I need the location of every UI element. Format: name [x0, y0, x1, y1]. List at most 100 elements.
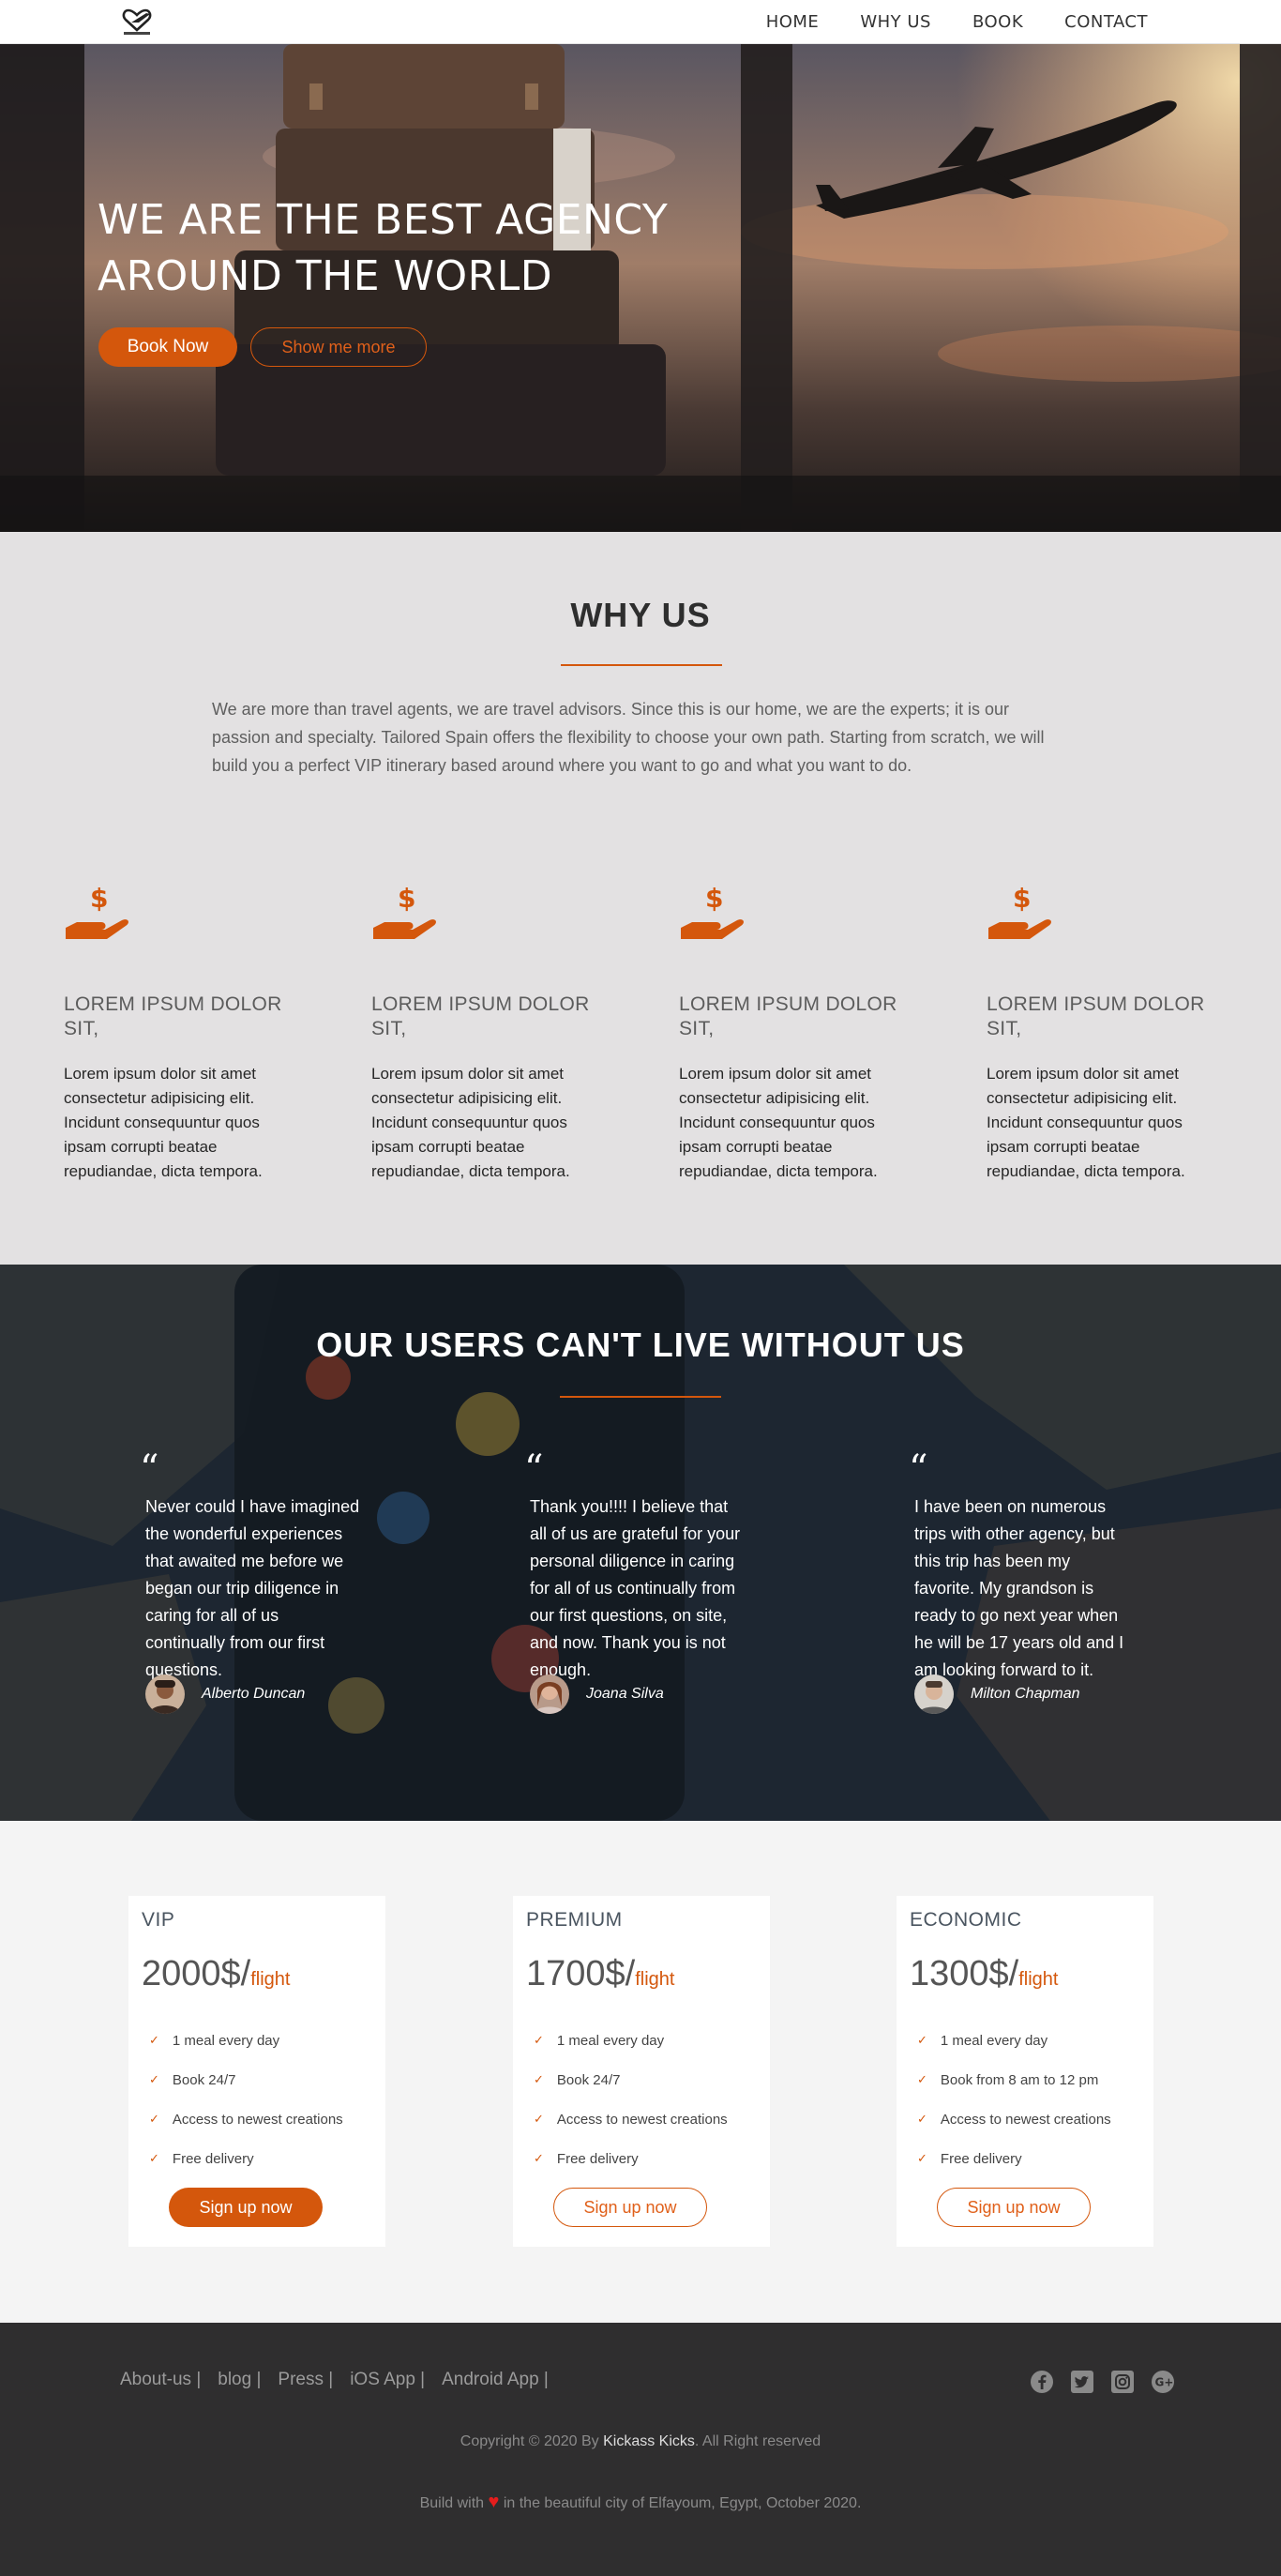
heart-plane-logo[interactable] — [118, 6, 156, 38]
price-unit: flight — [635, 1969, 675, 1990]
list-item: ✓ 1 meal every day — [534, 2033, 728, 2072]
testimonial-text: Thank you!!!! I believe that all of us a… — [530, 1497, 741, 1679]
feature-label: Free delivery — [172, 2151, 254, 2167]
testimonials-section: OUR USERS CAN'T LIVE WITHOUT US “ Never … — [0, 1265, 1281, 1821]
check-icon: ✓ — [149, 2151, 159, 2165]
built-with-text: Build with ♥ in the beautiful city of El… — [0, 2492, 1281, 2513]
pricing-card-vip: VIP 2000$/flight ✓ 1 meal every day ✓ Book… — [128, 1896, 385, 2247]
footer: About-us | blog | Press | iOS App | Andr… — [0, 2323, 1281, 2576]
why-us-title: WHY US — [570, 596, 711, 634]
feature-title: LOREM IPSUM DOLOR SIT, — [987, 993, 1205, 1039]
check-icon: ✓ — [917, 2072, 927, 2086]
hand-dollar-icon: $ — [988, 883, 1051, 939]
premium-sign-up-button[interactable]: Sign up now — [553, 2188, 707, 2227]
check-icon: ✓ — [534, 2151, 544, 2165]
pricing-card-economic: ECONOMIC 1300$/flight ✓ 1 meal every day … — [897, 1896, 1153, 2247]
economic-sign-up-button[interactable]: Sign up now — [937, 2188, 1091, 2227]
feature-text: Lorem ipsum dolor sit amet consectetur a… — [987, 1065, 1185, 1180]
feature-card: $ LOREM IPSUM DOLOR SIT, Lorem ipsum dol… — [64, 883, 298, 1184]
feature-card: $ LOREM IPSUM DOLOR SIT, Lorem ipsum dol… — [987, 883, 1221, 1184]
testimonial-text: Never could I have imagined the wonderfu… — [145, 1497, 360, 1679]
author-name: Alberto Duncan — [202, 1686, 306, 1702]
check-icon: ✓ — [149, 2072, 159, 2086]
nav-home[interactable]: HOME — [766, 12, 820, 32]
nav-why-us[interactable]: WHY US — [860, 12, 931, 32]
hero-title-line1: WE ARE THE BEST AGENCY — [98, 196, 669, 244]
footer-link-press[interactable]: Press | — [278, 2370, 333, 2390]
svg-text:$: $ — [705, 883, 723, 914]
testimonials-title: OUR USERS CAN'T LIVE WITHOUT US — [316, 1326, 965, 1364]
quote-mark-icon: “ — [140, 1447, 159, 1491]
feature-label: Book from 8 am to 12 pm — [940, 2072, 1099, 2088]
avatar — [914, 1674, 954, 1714]
hand-dollar-icon: $ — [66, 883, 128, 939]
footer-link-ios-app[interactable]: iOS App | — [350, 2370, 425, 2390]
top-navbar: HOME WHY US BOOK CONTACT — [0, 0, 1281, 44]
why-us-description: We are more than travel agents, we are t… — [212, 700, 1045, 775]
list-item: ✓ 1 meal every day — [149, 2033, 343, 2072]
check-icon: ✓ — [534, 2112, 544, 2126]
avatar — [530, 1674, 569, 1714]
footer-link-android-app[interactable]: Android App | — [442, 2370, 549, 2390]
footer-link-blog[interactable]: blog | — [218, 2370, 261, 2390]
price-value: 1300$/ — [910, 1954, 1019, 1993]
check-icon: ✓ — [534, 2072, 544, 2086]
plan-features: ✓ 1 meal every day ✓ Book 24/7 ✓ Access to … — [149, 2033, 343, 2190]
nav-contact[interactable]: CONTACT — [1064, 12, 1148, 32]
feature-text: Lorem ipsum dolor sit amet consectetur a… — [64, 1065, 263, 1180]
price-unit: flight — [1018, 1969, 1059, 1990]
author-name: Joana Silva — [586, 1686, 664, 1702]
quote-mark-icon: “ — [909, 1447, 928, 1491]
feature-label: 1 meal every day — [940, 2033, 1048, 2049]
copyright-suffix: . All Right reserved — [694, 2433, 821, 2449]
feature-label: 1 meal every day — [556, 2033, 665, 2049]
plan-price: 1300$/flight — [910, 1954, 1058, 1994]
svg-text:$: $ — [398, 883, 415, 914]
list-item: ✓ Free delivery — [917, 2151, 1111, 2190]
copyright-brand: Kickass Kicks — [603, 2433, 695, 2449]
nav-book[interactable]: BOOK — [972, 12, 1023, 32]
testimonial-author: Alberto Duncan — [145, 1674, 305, 1714]
google-plus-icon[interactable]: G+ — [1151, 2370, 1175, 2394]
quote-mark-icon: “ — [524, 1447, 544, 1491]
why-us-section: WHY US We are more than travel agents, w… — [0, 532, 1281, 1265]
plan-name: PREMIUM — [526, 1909, 623, 1931]
hero-title-line2: AROUND THE WORLD — [98, 252, 553, 300]
list-item: ✓ Free delivery — [534, 2151, 728, 2190]
feature-label: Free delivery — [556, 2151, 639, 2167]
book-now-button[interactable]: Book Now — [98, 327, 237, 367]
built-prefix: Build with — [419, 2495, 489, 2511]
feature-card: $ LOREM IPSUM DOLOR SIT, Lorem ipsum dol… — [371, 883, 606, 1184]
feature-title: LOREM IPSUM DOLOR SIT, — [679, 993, 897, 1039]
facebook-icon[interactable] — [1030, 2370, 1054, 2394]
instagram-icon[interactable] — [1110, 2370, 1135, 2394]
vip-sign-up-button[interactable]: Sign up now — [169, 2188, 323, 2227]
feature-label: Access to newest creations — [556, 2112, 728, 2128]
footer-links: About-us | blog | Press | iOS App | Andr… — [120, 2370, 565, 2390]
testimonial-author: Milton Chapman — [914, 1674, 1080, 1714]
check-icon: ✓ — [917, 2033, 927, 2047]
avatar — [145, 1674, 185, 1714]
list-item: ✓ Access to newest creations — [149, 2112, 343, 2151]
footer-link-about-us[interactable]: About-us | — [120, 2370, 201, 2390]
built-suffix: in the beautiful city of Elfayoum, Egypt… — [499, 2495, 862, 2511]
author-name: Milton Chapman — [971, 1686, 1080, 1702]
feature-label: Book 24/7 — [172, 2072, 236, 2088]
price-unit: flight — [250, 1969, 291, 1990]
pricing-card-premium: PREMIUM 1700$/flight ✓ 1 meal every day ✓… — [513, 1896, 770, 2247]
list-item: ✓ Access to newest creations — [917, 2112, 1111, 2151]
feature-label: Free delivery — [940, 2151, 1022, 2167]
twitter-icon[interactable] — [1070, 2370, 1094, 2394]
show-me-more-button[interactable]: Show me more — [250, 327, 427, 367]
heart-icon: ♥ — [488, 2492, 500, 2512]
list-item: ✓ 1 meal every day — [917, 2033, 1111, 2072]
list-item: ✓ Book 24/7 — [534, 2072, 728, 2112]
check-icon: ✓ — [917, 2112, 927, 2126]
feature-text: Lorem ipsum dolor sit amet consectetur a… — [371, 1065, 570, 1180]
copyright-prefix: Copyright © 2020 By — [460, 2433, 604, 2449]
testimonial-card: “ Never could I have imagined the wonder… — [140, 1450, 361, 1684]
feature-label: 1 meal every day — [172, 2033, 280, 2049]
svg-text:$: $ — [90, 883, 108, 914]
feature-text: Lorem ipsum dolor sit amet consectetur a… — [679, 1065, 878, 1180]
price-value: 2000$/ — [142, 1954, 251, 1993]
